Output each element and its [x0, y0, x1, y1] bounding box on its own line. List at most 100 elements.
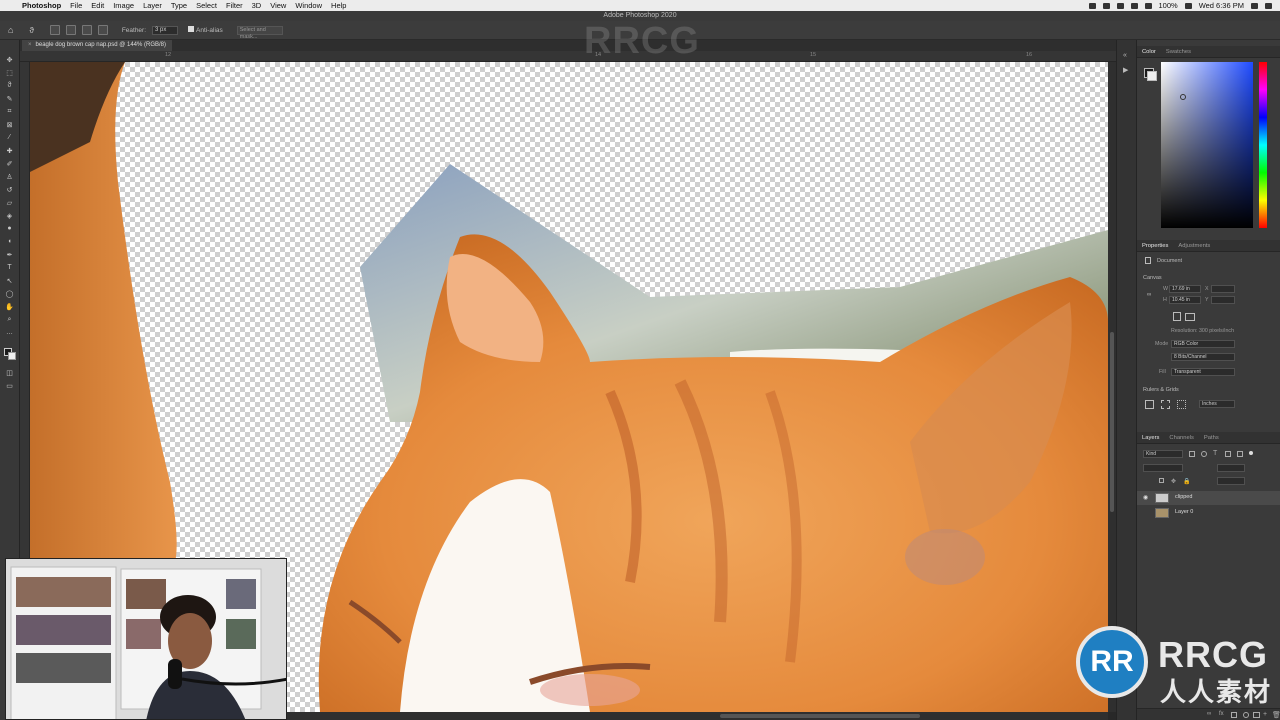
menu-file[interactable]: File — [70, 1, 82, 10]
more-tools-icon[interactable]: … — [4, 328, 15, 337]
battery-icon[interactable] — [1184, 2, 1192, 9]
screen-record-icon[interactable] — [1102, 2, 1110, 9]
shape-tool-icon[interactable]: ◯ — [4, 289, 15, 298]
type-tool-icon[interactable]: T — [4, 263, 15, 272]
filter-smart-object-icon[interactable] — [1237, 451, 1243, 457]
path-select-icon[interactable]: ↖ — [4, 276, 15, 285]
menu-window[interactable]: Window — [295, 1, 322, 10]
dropbox-icon[interactable] — [1088, 2, 1096, 9]
layer-row[interactable]: ◉ clipped — [1137, 491, 1280, 505]
clone-stamp-icon[interactable]: ♙ — [4, 172, 15, 181]
zoom-tool-icon[interactable]: ⌕ — [4, 315, 15, 324]
vertical-scrollbar[interactable] — [1108, 62, 1116, 712]
bit-depth-select[interactable]: 8 Bits/Channel — [1171, 353, 1235, 361]
menu-layer[interactable]: Layer — [143, 1, 162, 10]
move-tool-icon[interactable]: ✥ — [4, 55, 15, 64]
delete-layer-icon[interactable]: 🗑 — [1272, 711, 1280, 719]
notification-center-icon[interactable] — [1265, 2, 1272, 9]
brush-tool-icon[interactable]: ✐ — [4, 159, 15, 168]
height-field[interactable]: 10.45 in — [1169, 296, 1201, 304]
new-adjustment-icon[interactable] — [1243, 712, 1249, 718]
filter-type-icon[interactable]: T — [1213, 450, 1217, 457]
link-dimensions-icon[interactable]: ∞ — [1147, 292, 1151, 298]
select-and-mask-button[interactable]: Select and mask... — [236, 25, 283, 40]
scroll-thumb[interactable] — [720, 714, 920, 718]
tab-swatches[interactable]: Swatches — [1161, 46, 1196, 58]
tab-adjustments[interactable]: Adjustments — [1173, 240, 1215, 252]
guides-icon[interactable] — [1177, 400, 1186, 409]
intersect-selection-button[interactable] — [97, 25, 108, 35]
dodge-tool-icon[interactable]: ◖ — [4, 237, 15, 246]
lock-all-icon[interactable]: 🔒 — [1183, 478, 1190, 485]
fill-opacity-field[interactable] — [1217, 477, 1245, 485]
tab-layers[interactable]: Layers — [1137, 432, 1164, 444]
eyedropper-tool-icon[interactable]: ⁄ — [4, 133, 15, 142]
menu-app-name[interactable]: Photoshop — [22, 1, 61, 10]
fill-select[interactable]: Transparent — [1171, 368, 1235, 376]
x-field[interactable] — [1211, 285, 1235, 293]
landscape-orientation-icon[interactable] — [1185, 313, 1195, 321]
mode-select[interactable]: RGB Color — [1171, 340, 1235, 348]
search-icon[interactable] — [1251, 2, 1258, 9]
volume-icon[interactable] — [1144, 2, 1152, 9]
anti-alias-checkbox[interactable]: Anti-alias — [188, 26, 223, 34]
collapse-panels-icon[interactable]: « — [1123, 52, 1131, 60]
crop-tool-icon[interactable]: ⌗ — [4, 107, 15, 116]
menu-select[interactable]: Select — [196, 1, 217, 10]
lasso-tool-icon[interactable]: ϑ — [4, 81, 15, 90]
menu-view[interactable]: View — [270, 1, 286, 10]
ruler-icon[interactable] — [1145, 400, 1154, 409]
filter-adjustment-icon[interactable] — [1201, 451, 1207, 457]
color-picker-cursor[interactable] — [1180, 94, 1186, 100]
filter-toggle-icon[interactable] — [1249, 451, 1253, 455]
new-group-icon[interactable] — [1253, 712, 1260, 718]
visibility-eye-icon[interactable]: ◉ — [1143, 494, 1150, 501]
screen-mode-icon[interactable]: ▭ — [4, 381, 15, 390]
lock-position-icon[interactable]: ✥ — [1171, 478, 1176, 485]
y-field[interactable] — [1211, 296, 1235, 304]
rulers-grids-header[interactable]: Rulers & Grids — [1143, 387, 1179, 393]
ruler-units-select[interactable]: Inches — [1199, 400, 1235, 408]
menu-3d[interactable]: 3D — [252, 1, 262, 10]
new-selection-button[interactable] — [49, 25, 60, 35]
marquee-tool-icon[interactable]: ⬚ — [4, 68, 15, 77]
lasso-tool-preset-icon[interactable]: ϑ — [29, 26, 33, 35]
background-color-swatch[interactable] — [8, 352, 16, 360]
feather-input[interactable]: 3 px — [152, 25, 179, 35]
lock-transparency-icon[interactable] — [1159, 478, 1164, 483]
subtract-selection-button[interactable] — [81, 25, 92, 35]
color-picker-field[interactable] — [1161, 62, 1253, 228]
add-mask-icon[interactable] — [1231, 712, 1237, 718]
bg-color-chip[interactable] — [1147, 71, 1157, 81]
hue-slider[interactable] — [1259, 62, 1267, 228]
creative-cloud-icon[interactable] — [1116, 2, 1124, 9]
width-field[interactable]: 17.69 in — [1169, 285, 1201, 293]
quick-mask-icon[interactable]: ◫ — [4, 368, 15, 377]
menu-filter[interactable]: Filter — [226, 1, 243, 10]
menu-type[interactable]: Type — [171, 1, 187, 10]
tab-paths[interactable]: Paths — [1199, 432, 1224, 444]
portrait-orientation-icon[interactable] — [1173, 312, 1181, 321]
close-tab-icon[interactable]: × — [28, 42, 32, 48]
home-icon[interactable]: ⌂ — [8, 25, 13, 35]
scroll-thumb[interactable] — [1110, 332, 1114, 512]
tab-color[interactable]: Color — [1137, 46, 1161, 58]
grid-icon[interactable] — [1161, 400, 1170, 409]
gradient-tool-icon[interactable]: ◈ — [4, 211, 15, 220]
layer-name[interactable]: clipped — [1175, 494, 1192, 500]
layer-row[interactable]: Layer 0 — [1137, 506, 1280, 520]
blend-mode-select[interactable] — [1143, 464, 1183, 472]
play-actions-icon[interactable]: ▶ — [1123, 66, 1131, 74]
pen-tool-icon[interactable]: ✒ — [4, 250, 15, 259]
filter-pixel-icon[interactable] — [1189, 451, 1195, 457]
blur-tool-icon[interactable]: ● — [4, 224, 15, 233]
menu-clock[interactable]: Wed 6:36 PM — [1199, 1, 1244, 10]
add-style-icon[interactable]: fx — [1219, 711, 1224, 717]
layer-filter-kind[interactable]: Kind — [1143, 450, 1183, 458]
history-brush-icon[interactable]: ↺ — [4, 185, 15, 194]
filter-shape-icon[interactable] — [1225, 451, 1231, 457]
wifi-icon[interactable] — [1130, 2, 1138, 9]
layer-name[interactable]: Layer 0 — [1175, 509, 1193, 515]
opacity-field[interactable] — [1217, 464, 1245, 472]
quick-select-tool-icon[interactable]: ✎ — [4, 94, 15, 103]
